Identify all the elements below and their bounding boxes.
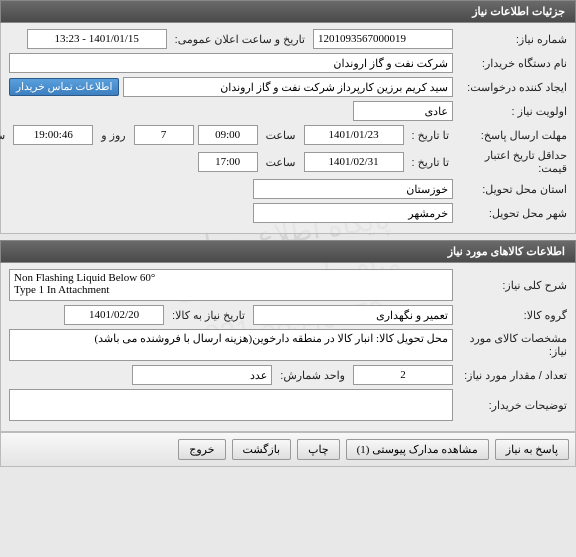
respond-button[interactable]: پاسخ به نیاز xyxy=(495,439,569,460)
deadline-time-field[interactable] xyxy=(198,125,258,145)
days-field[interactable] xyxy=(134,125,194,145)
attachments-button[interactable]: مشاهده مدارک پیوستی (1) xyxy=(346,439,489,460)
creator-label: ایجاد کننده درخواست: xyxy=(457,81,567,94)
panel1-title: جزئیات اطلاعات نیاز xyxy=(0,0,576,23)
footer-toolbar: پاسخ به نیاز مشاهده مدارک پیوستی (1) چاپ… xyxy=(0,432,576,467)
group-label: گروه کالا: xyxy=(457,309,567,322)
buyer-field[interactable] xyxy=(9,53,453,73)
time-label-2: ساعت xyxy=(262,156,300,169)
spec-field[interactable] xyxy=(9,329,453,361)
announce-field[interactable] xyxy=(27,29,167,49)
panel-items: اطلاعات کالاهای مورد نیاز شرح کلی نیاز: … xyxy=(0,240,576,432)
countdown-field xyxy=(13,125,93,145)
priority-field[interactable] xyxy=(353,101,453,121)
deadline-date-field[interactable] xyxy=(304,125,404,145)
notes-field[interactable] xyxy=(9,389,453,421)
city-field[interactable] xyxy=(253,203,453,223)
need-no-label: شماره نیاز: xyxy=(457,33,567,46)
validity-label: حداقل تاریخ اعتبار قیمت: xyxy=(457,149,567,175)
desc-field[interactable] xyxy=(9,269,453,301)
validity-time-field[interactable] xyxy=(198,152,258,172)
time-label-1: ساعت xyxy=(262,129,300,142)
panel2-title: اطلاعات کالاهای مورد نیاز xyxy=(0,240,576,263)
province-label: استان محل تحویل: xyxy=(457,183,567,196)
contact-buyer-button[interactable]: اطلاعات تماس خریدار xyxy=(9,78,119,96)
priority-label: اولویت نیاز : xyxy=(457,105,567,118)
spec-label: مشخصات کالای مورد نیاز: xyxy=(457,332,567,358)
announce-label: تاریخ و ساعت اعلان عمومی: xyxy=(171,33,309,46)
unit-label: واحد شمارش: xyxy=(276,369,349,382)
buyer-label: نام دستگاه خریدار: xyxy=(457,57,567,70)
group-field[interactable] xyxy=(253,305,453,325)
desc-label: شرح کلی نیاز: xyxy=(457,279,567,292)
unit-field[interactable] xyxy=(132,365,272,385)
panel-need-details: جزئیات اطلاعات نیاز شماره نیاز: تاریخ و … xyxy=(0,0,576,234)
back-button[interactable]: بازگشت xyxy=(232,439,292,460)
until-label-2: تا تاریخ : xyxy=(408,156,453,169)
notes-label: توضیحات خریدار: xyxy=(457,399,567,412)
validity-date-field[interactable] xyxy=(304,152,404,172)
creator-field[interactable] xyxy=(123,77,453,97)
exit-button[interactable]: خروج xyxy=(178,439,225,460)
qty-label: تعداد / مقدار مورد نیاز: xyxy=(457,369,567,382)
until-label-1: تا تاریخ : xyxy=(408,129,453,142)
remain-label: ساعت باقی مانده xyxy=(0,129,9,142)
days-label: روز و xyxy=(97,129,129,142)
need-no-field[interactable] xyxy=(313,29,453,49)
need-date-field[interactable] xyxy=(64,305,164,325)
qty-field[interactable] xyxy=(353,365,453,385)
need-date-label: تاریخ نیاز به کالا: xyxy=(168,309,249,322)
deadline-label: مهلت ارسال پاسخ: xyxy=(457,129,567,142)
province-field[interactable] xyxy=(253,179,453,199)
city-label: شهر محل تحویل: xyxy=(457,207,567,220)
print-button[interactable]: چاپ xyxy=(297,439,340,460)
